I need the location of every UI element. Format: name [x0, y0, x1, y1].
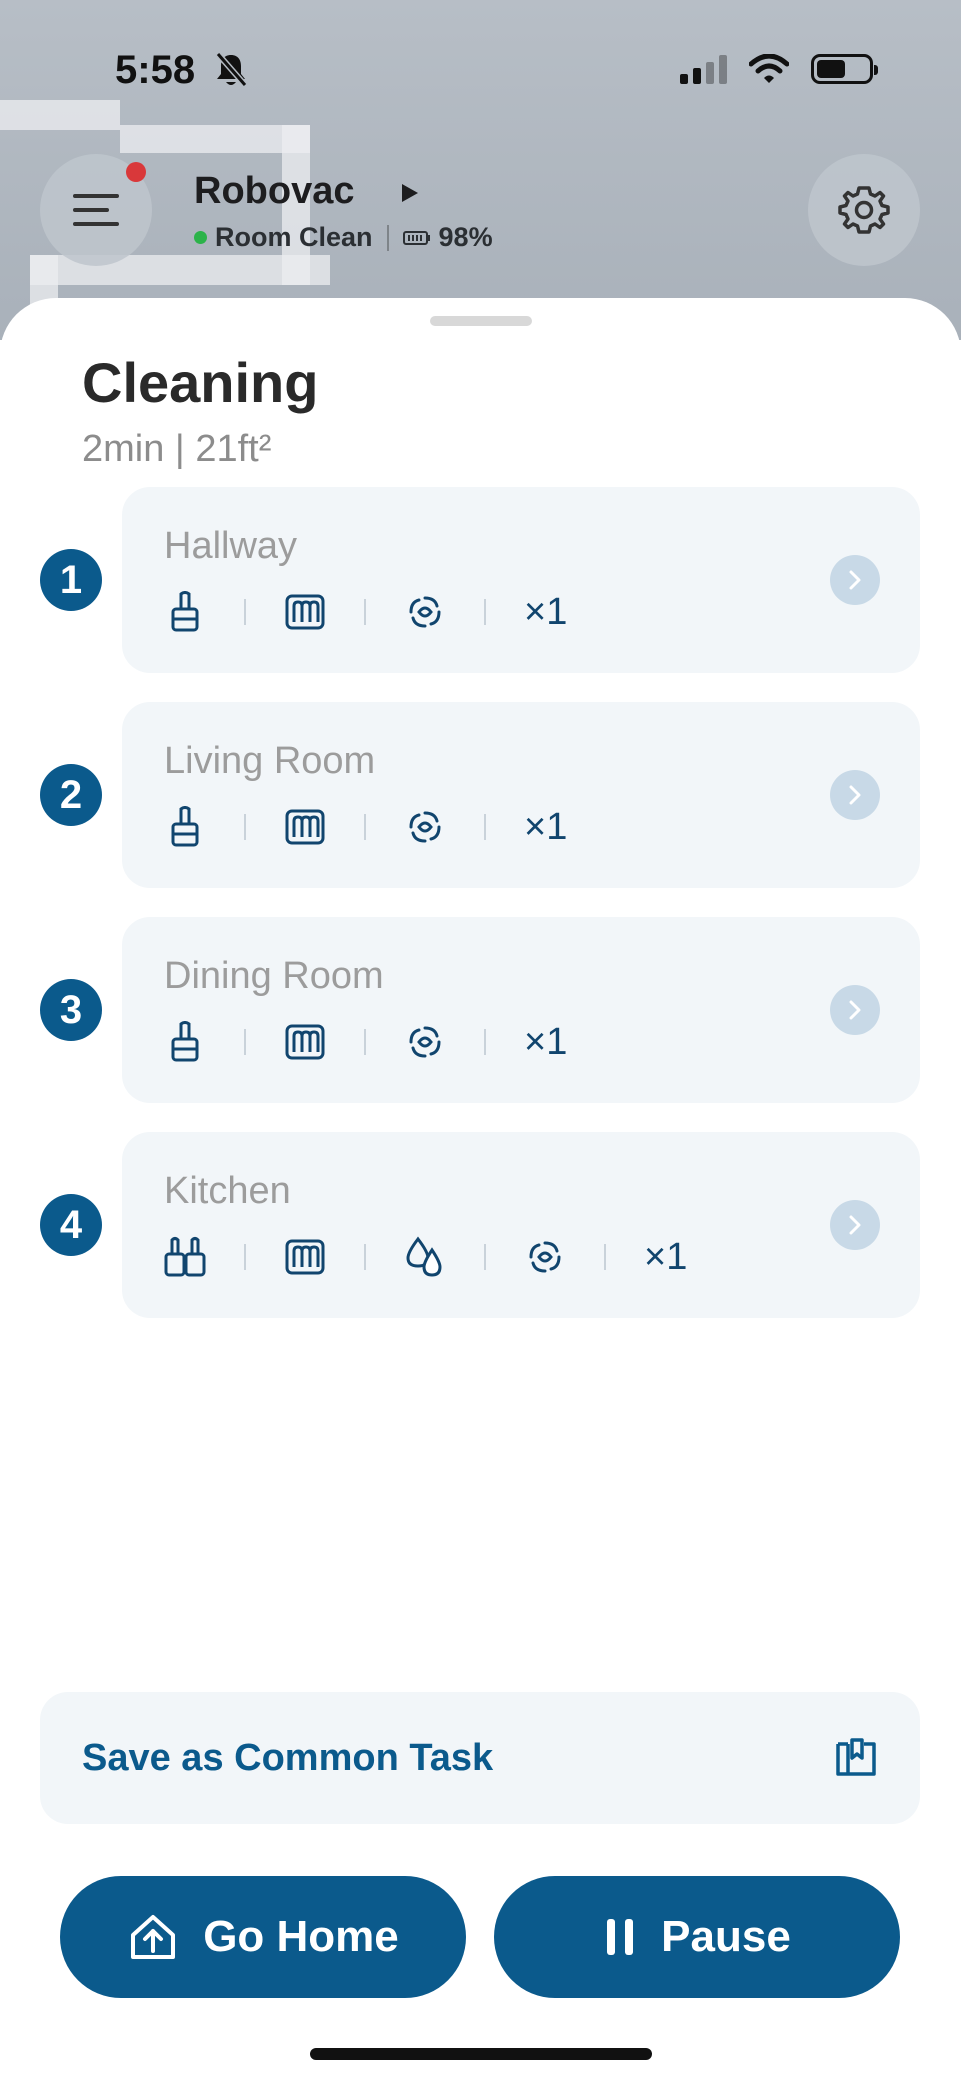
room-card-hallway[interactable]: Hallway ×1 — [122, 487, 920, 673]
menu-icon — [73, 194, 119, 226]
room-settings: ×1 — [164, 589, 567, 635]
online-indicator — [194, 231, 207, 244]
sheet-title: Cleaning — [82, 351, 319, 414]
divider — [484, 599, 486, 625]
brush-icon — [164, 806, 206, 848]
go-home-label: Go Home — [203, 1912, 399, 1961]
fan-icon — [524, 1236, 566, 1278]
chevron-right-icon[interactable] — [830, 1200, 880, 1250]
clean-mode: Room Clean — [215, 222, 373, 252]
battery-small-icon — [402, 230, 430, 245]
brush-icon — [164, 591, 206, 633]
divider — [364, 1029, 366, 1055]
room-name: Kitchen — [164, 1170, 291, 1212]
divider — [244, 1244, 246, 1270]
chevron-right-icon[interactable] — [830, 770, 880, 820]
status-time: 5:58 — [115, 48, 196, 92]
cellular-signal-icon — [680, 54, 727, 84]
home-indicator[interactable] — [310, 2048, 652, 2060]
pause-button[interactable]: Pause — [494, 1876, 900, 1998]
save-common-task-label: Save as Common Task — [82, 1737, 494, 1779]
mop-icon — [284, 591, 326, 633]
go-home-button[interactable]: Go Home — [60, 1876, 466, 1998]
divider — [364, 599, 366, 625]
chevron-right-icon[interactable] — [830, 985, 880, 1035]
home-return-icon — [131, 1915, 176, 1959]
settings-button[interactable] — [808, 154, 920, 266]
bell-slash-icon — [215, 52, 248, 87]
room-order-badge: 1 — [40, 549, 102, 611]
wifi-icon — [749, 54, 789, 83]
room-card-kitchen[interactable]: Kitchen ×1 — [122, 1132, 920, 1318]
battery-level: 98% — [438, 222, 493, 252]
room-order-badge: 2 — [40, 764, 102, 826]
room-settings: ×1 — [164, 1019, 567, 1065]
room-name: Dining Room — [164, 955, 384, 997]
save-common-task-button[interactable]: Save as Common Task — [40, 1692, 920, 1824]
brush-icon — [164, 1021, 206, 1063]
room-row: 3 Dining Room ×1 — [0, 917, 961, 1103]
device-status: Room Clean 98% — [194, 222, 493, 253]
clean-passes: ×1 — [524, 805, 568, 848]
room-row: 1 Hallway ×1 — [0, 487, 961, 673]
room-settings: ×1 — [164, 1234, 687, 1280]
divider — [244, 814, 246, 840]
clean-passes: ×1 — [524, 1020, 568, 1063]
room-card-dining-room[interactable]: Dining Room ×1 — [122, 917, 920, 1103]
clean-passes: ×1 — [644, 1235, 688, 1278]
room-card-living-room[interactable]: Living Room ×1 — [122, 702, 920, 888]
sheet-grabber[interactable] — [430, 316, 532, 326]
divider — [244, 1029, 246, 1055]
fan-icon — [404, 591, 446, 633]
divider — [364, 814, 366, 840]
device-name[interactable]: Robovac — [194, 170, 354, 213]
clean-passes: ×1 — [524, 590, 568, 633]
double-brush-icon — [164, 1236, 206, 1278]
status-bar: 5:58 — [0, 0, 961, 140]
room-name: Hallway — [164, 525, 298, 567]
room-row: 4 Kitchen ×1 — [0, 1132, 961, 1318]
water-drops-icon — [404, 1236, 446, 1278]
divider — [484, 814, 486, 840]
divider — [244, 599, 246, 625]
mop-icon — [284, 1236, 326, 1278]
pause-label: Pause — [661, 1912, 791, 1961]
room-row: 2 Living Room ×1 — [0, 702, 961, 888]
gear-icon — [838, 186, 890, 234]
room-name: Living Room — [164, 740, 376, 782]
pause-icon — [607, 1919, 634, 1955]
divider — [386, 224, 389, 251]
notification-dot — [126, 162, 146, 182]
room-settings: ×1 — [164, 804, 567, 850]
bookmark-map-icon — [836, 1738, 876, 1776]
fan-icon — [404, 806, 446, 848]
mop-icon — [284, 806, 326, 848]
room-order-badge: 4 — [40, 1194, 102, 1256]
chevron-right-icon[interactable] — [830, 555, 880, 605]
divider — [484, 1244, 486, 1270]
fan-icon — [404, 1021, 446, 1063]
divider — [604, 1244, 606, 1270]
mop-icon — [284, 1021, 326, 1063]
task-summary: 2min | 21ft² — [82, 428, 272, 470]
divider — [484, 1029, 486, 1055]
battery-icon — [811, 54, 878, 84]
divider — [364, 1244, 366, 1270]
play-icon[interactable] — [400, 182, 420, 204]
room-order-badge: 3 — [40, 979, 102, 1041]
